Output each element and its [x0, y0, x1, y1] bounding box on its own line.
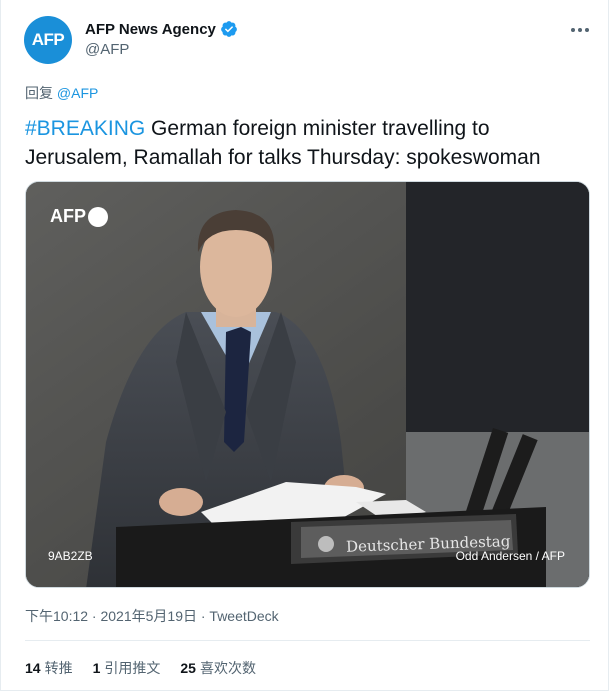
photo-id: 9AB2ZB — [48, 549, 93, 563]
quotes-label: 引用推文 — [104, 660, 161, 676]
reply-prefix: 回复 — [25, 85, 53, 101]
more-options-icon[interactable] — [569, 24, 591, 36]
photo-illustration: Deutscher Bundestag — [26, 182, 589, 587]
author-name-row[interactable]: AFP News Agency — [85, 20, 238, 38]
avatar-logo-text: AFP — [31, 30, 65, 49]
tweet-timestamp[interactable]: 下午10:12 · 2021年5月19日 · TweetDeck — [25, 606, 279, 626]
tweet-text: #BREAKING German foreign minister travel… — [25, 114, 585, 172]
photo-credit: Odd Andersen / AFP — [455, 549, 565, 563]
quotes-count: 1 — [92, 660, 101, 676]
hashtag-link[interactable]: #BREAKING — [25, 117, 145, 140]
likes-stat[interactable]: 25 喜欢次数 — [180, 658, 256, 678]
retweets-count: 14 — [25, 660, 41, 676]
tweet-card: AFP AFP News Agency @AFP 回复 @AFP #BREAKI… — [0, 0, 609, 691]
retweets-label: 转推 — [44, 660, 73, 676]
verified-badge-icon — [221, 21, 237, 37]
reply-handle-link[interactable]: @AFP — [57, 85, 98, 101]
divider-top — [25, 640, 590, 641]
likes-count: 25 — [180, 660, 196, 676]
author-name[interactable]: AFP News Agency — [85, 21, 216, 38]
reply-context: 回复 @AFP — [25, 83, 98, 103]
photo-logo-text: AFP — [50, 206, 86, 226]
afp-photo-logo: AFP — [50, 206, 108, 227]
tweet-photo[interactable]: Deutscher Bundestag AFP 9AB2ZB Odd Ander… — [25, 181, 590, 588]
likes-label: 喜欢次数 — [199, 660, 256, 676]
retweets-stat[interactable]: 14 转推 — [25, 658, 73, 678]
tweet-stats: 14 转推 1 引用推文 25 喜欢次数 — [25, 658, 256, 678]
author-handle[interactable]: @AFP — [85, 41, 129, 58]
afp-logo-dot-icon — [88, 206, 108, 227]
avatar[interactable]: AFP — [24, 16, 72, 64]
quotes-stat[interactable]: 1 引用推文 — [93, 658, 161, 678]
